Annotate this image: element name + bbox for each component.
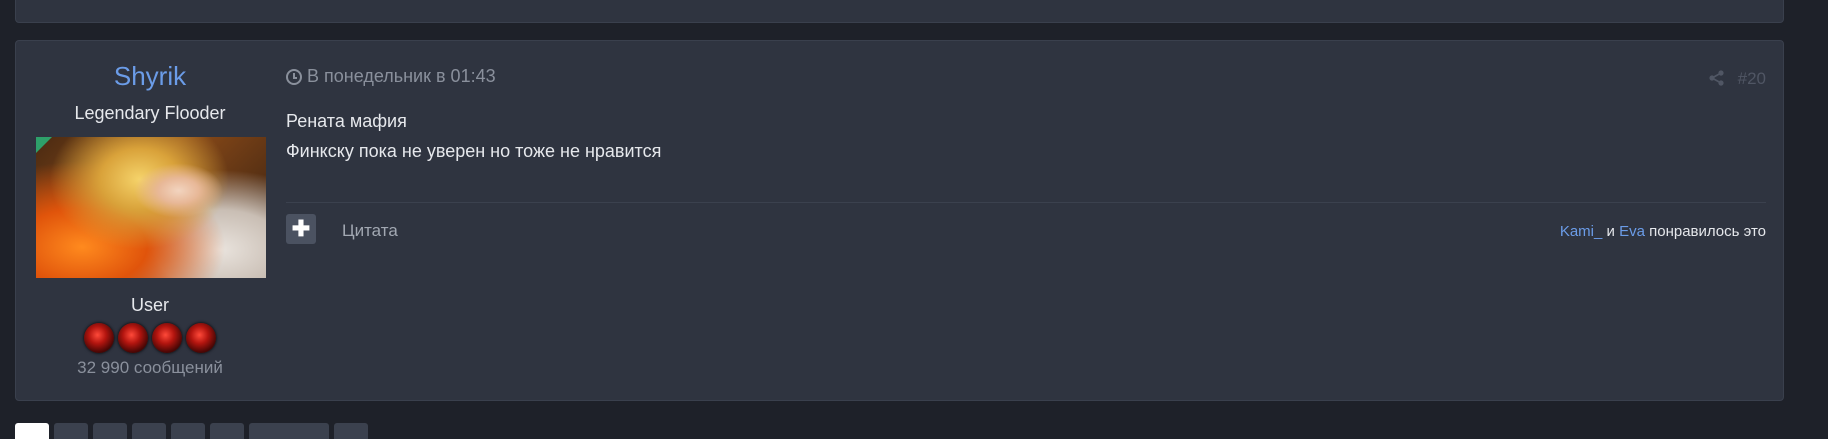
pagination <box>15 423 368 439</box>
post-text-line: Финкску пока не уверен но тоже не нравит… <box>286 141 662 161</box>
rank-badge-icon <box>84 323 114 353</box>
post-date-link[interactable]: В понедельник в 01:43 <box>286 66 496 87</box>
rank-badge-icon <box>186 323 216 353</box>
page-button[interactable] <box>93 423 127 439</box>
avatar[interactable] <box>36 137 266 278</box>
likes-conjunction: и <box>1602 223 1620 240</box>
quote-button[interactable]: Цитата <box>342 221 398 241</box>
post-author-panel: Shyrik Legendary Flooder User 32 990 соо… <box>16 41 284 400</box>
divider <box>286 202 1766 203</box>
liker-link[interactable]: Eva <box>1619 223 1645 240</box>
previous-post-panel <box>15 0 1784 23</box>
page-button[interactable] <box>334 423 368 439</box>
likes-summary: Kami_ и Eva понравилось это <box>1560 223 1766 240</box>
page-button[interactable] <box>249 423 329 439</box>
rank-badge-icon <box>152 323 182 353</box>
page-button-active[interactable] <box>15 423 49 439</box>
author-title: Legendary Flooder <box>74 103 226 123</box>
post-body: В понедельник в 01:43 #20 Рената мафия Ф… <box>286 41 1783 400</box>
rank-icons <box>16 323 284 353</box>
forum-post: Shyrik Legendary Flooder User 32 990 соо… <box>15 40 1784 401</box>
clock-icon <box>286 68 302 85</box>
likes-suffix: понравилось это <box>1644 223 1766 240</box>
rank-badge-icon <box>118 323 148 353</box>
user-group: User <box>130 295 169 315</box>
online-indicator-icon <box>36 137 52 153</box>
page-button[interactable] <box>210 423 244 439</box>
post-date-text: В понедельник в 01:43 <box>307 66 496 86</box>
page-button[interactable] <box>171 423 205 439</box>
multiquote-plus-button[interactable]: ✚ <box>286 214 316 244</box>
post-content: Рената мафия Финкску пока не уверен но т… <box>286 106 1766 166</box>
post-count: 32 990 сообщений <box>77 358 223 377</box>
share-icon[interactable] <box>1708 69 1726 87</box>
author-name-link[interactable]: Shyrik <box>16 61 284 92</box>
page-button[interactable] <box>132 423 166 439</box>
post-text-line: Рената мафия <box>286 111 407 131</box>
liker-link[interactable]: Kami_ <box>1560 223 1603 240</box>
page-button[interactable] <box>54 423 88 439</box>
post-number-link[interactable]: #20 <box>1738 69 1766 89</box>
